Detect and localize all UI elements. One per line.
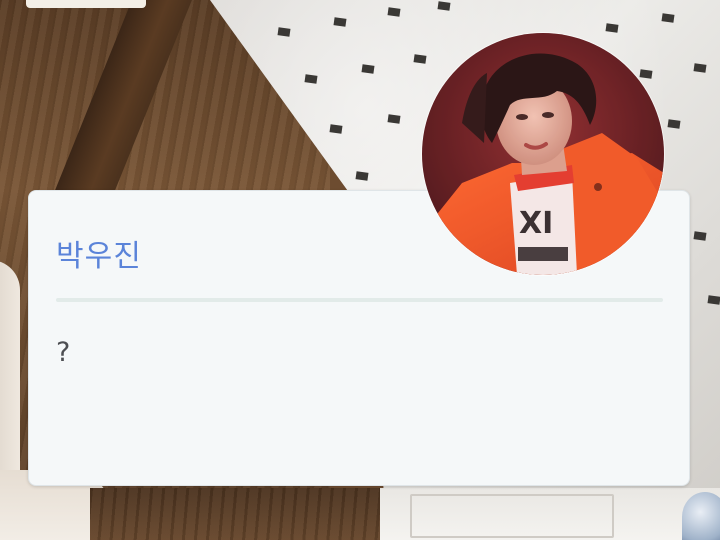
tile-dot <box>693 231 707 241</box>
tile-dot <box>693 63 707 73</box>
tile-dot <box>413 54 427 64</box>
tile-dot <box>707 295 720 305</box>
status-message: ? <box>56 337 71 368</box>
light-strip <box>26 0 146 8</box>
tile-dot <box>437 1 451 11</box>
tile-dot <box>333 17 347 27</box>
tile-dot <box>661 13 675 23</box>
tile-dot <box>277 27 291 37</box>
tile-dot <box>387 7 401 17</box>
avatar-image: XI <box>422 33 664 275</box>
tile-dot <box>329 124 343 134</box>
avatar[interactable]: XI <box>422 33 664 275</box>
tile-dot <box>605 23 619 33</box>
tile-dot <box>387 114 401 124</box>
tile-dot <box>304 74 318 84</box>
profile-name: 박우진 <box>56 239 142 274</box>
white-furniture <box>380 488 720 540</box>
tile-dot <box>667 119 681 129</box>
divider <box>56 298 663 302</box>
decor-object <box>682 492 720 540</box>
tile-dot <box>639 69 653 79</box>
tile-dot <box>361 64 375 74</box>
wood-floor-bottom <box>90 488 410 540</box>
tile-dot <box>355 171 369 181</box>
